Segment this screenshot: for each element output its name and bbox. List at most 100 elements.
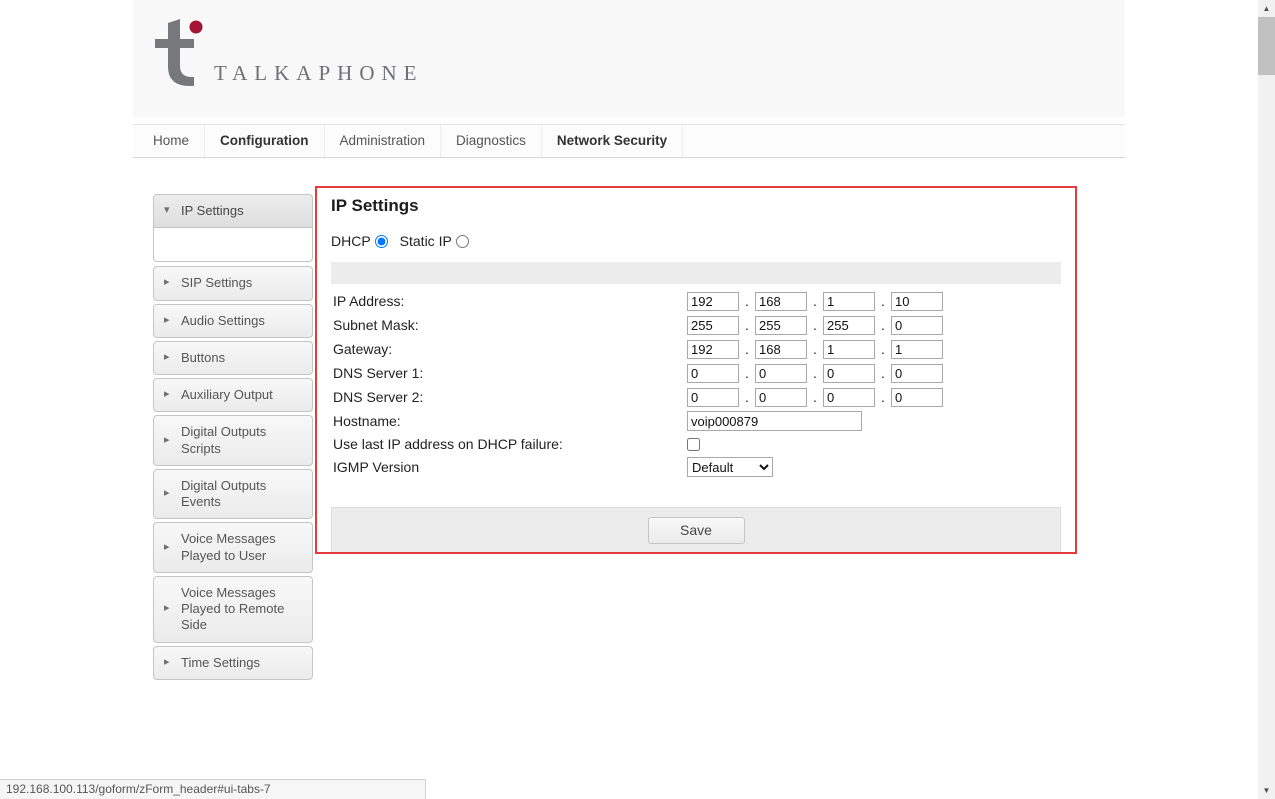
sidebar-item-buttons[interactable]: ▸ Buttons xyxy=(153,340,313,375)
nav-tab-diagnostics[interactable]: Diagnostics xyxy=(441,125,542,157)
dns2-octet-3[interactable] xyxy=(823,387,875,407)
sidebar-item-label: Time Settings xyxy=(181,654,260,670)
sidebar-item-voice-messages-remote[interactable]: ▸ Voice Messages Played to Remote Side xyxy=(153,575,313,643)
scroll-down-icon[interactable]: ▼ xyxy=(1258,782,1275,799)
ip-address-octet-3[interactable] xyxy=(823,291,875,311)
hostname-input[interactable] xyxy=(687,411,862,431)
sidebar-item-label: SIP Settings xyxy=(181,275,253,291)
ip-address-label: IP Address: xyxy=(333,293,405,309)
chevron-right-icon: ▸ xyxy=(164,602,170,615)
ip-address-octet-4[interactable] xyxy=(891,291,943,311)
sidebar-item-auxiliary-output[interactable]: ▸ Auxiliary Output xyxy=(153,378,313,413)
gateway-octet-2[interactable] xyxy=(755,339,807,359)
chevron-down-icon: ▾ xyxy=(164,204,170,217)
subnet-mask-octet-4[interactable] xyxy=(891,315,943,335)
scrollbar-thumb[interactable] xyxy=(1258,17,1275,75)
octet-separator: . xyxy=(813,293,817,309)
chevron-right-icon: ▸ xyxy=(164,655,170,668)
sidebar-item-label: Audio Settings xyxy=(181,312,265,328)
subnet-mask-octet-2[interactable] xyxy=(755,315,807,335)
page-title: IP Settings xyxy=(331,196,419,215)
chevron-right-icon: ▸ xyxy=(164,388,170,401)
igmp-version-label: IGMP Version xyxy=(333,459,420,475)
subnet-mask-octet-3[interactable] xyxy=(823,315,875,335)
octet-separator: . xyxy=(813,317,817,333)
ip-mode-row: DHCP Static IP xyxy=(331,232,1061,250)
sidebar-item-label: IP Settings xyxy=(181,203,244,218)
dhcp-failure-row: Use last IP address on DHCP failure: xyxy=(331,433,1061,455)
octet-separator: . xyxy=(745,341,749,357)
dns-server-1-row: DNS Server 1: . . . xyxy=(331,361,1061,385)
dns1-octet-2[interactable] xyxy=(755,363,807,383)
chevron-right-icon: ▸ xyxy=(164,540,170,553)
octet-separator: . xyxy=(813,365,817,381)
talkaphone-logo: TALKAPHONE xyxy=(148,14,423,94)
ip-address-octet-1[interactable] xyxy=(687,291,739,311)
scroll-up-icon[interactable]: ▲ xyxy=(1258,0,1275,17)
sidebar-item-time-settings[interactable]: ▸ Time Settings xyxy=(153,645,313,680)
octet-separator: . xyxy=(881,365,885,381)
octet-separator: . xyxy=(745,365,749,381)
brand-wordmark: TALKAPHONE xyxy=(214,61,424,85)
dhcp-failure-label: Use last IP address on DHCP failure: xyxy=(333,436,563,452)
dns1-octet-3[interactable] xyxy=(823,363,875,383)
table-header-band xyxy=(331,262,1061,284)
sidebar-item-audio-settings[interactable]: ▸ Audio Settings xyxy=(153,303,313,338)
octet-separator: . xyxy=(813,389,817,405)
octet-separator: . xyxy=(745,317,749,333)
dns2-octet-4[interactable] xyxy=(891,387,943,407)
subnet-mask-row: Subnet Mask: . . . xyxy=(331,313,1061,337)
save-footer-band: Save xyxy=(331,507,1061,552)
nav-tab-network-security[interactable]: Network Security xyxy=(542,125,684,157)
gateway-octet-3[interactable] xyxy=(823,339,875,359)
gateway-row: Gateway: . . . xyxy=(331,337,1061,361)
octet-separator: . xyxy=(881,389,885,405)
dhcp-failure-checkbox[interactable] xyxy=(687,437,700,451)
gateway-octet-1[interactable] xyxy=(687,339,739,359)
gateway-label: Gateway: xyxy=(333,341,393,357)
sidebar-item-label: Digital Outputs Scripts xyxy=(181,424,267,456)
octet-separator: . xyxy=(881,293,885,309)
save-button[interactable]: Save xyxy=(647,516,745,544)
sidebar-item-digital-outputs-scripts[interactable]: ▸ Digital Outputs Scripts xyxy=(153,415,313,466)
sidebar-item-ip-settings[interactable]: ▾ IP Settings xyxy=(153,194,313,229)
sidebar-item-voice-messages-user[interactable]: ▸ Voice Messages Played to User xyxy=(153,522,313,573)
status-link-preview: 192.168.100.113/goform/zForm_header#ui-t… xyxy=(0,779,426,799)
ip-address-row: IP Address: . . . xyxy=(331,289,1061,313)
chevron-right-icon: ▸ xyxy=(164,313,170,326)
dns2-octet-1[interactable] xyxy=(687,387,739,407)
sidebar-item-sip-settings[interactable]: ▸ SIP Settings xyxy=(153,266,313,301)
dns1-octet-1[interactable] xyxy=(687,363,739,383)
static-ip-label: Static IP xyxy=(399,233,452,249)
static-ip-radio[interactable] xyxy=(455,234,469,248)
header-logo-band: TALKAPHONE xyxy=(133,0,1125,117)
dns1-octet-4[interactable] xyxy=(891,363,943,383)
nav-tab-configuration[interactable]: Configuration xyxy=(205,125,325,157)
subnet-mask-label: Subnet Mask: xyxy=(333,317,419,333)
ip-address-octet-2[interactable] xyxy=(755,291,807,311)
igmp-version-row: IGMP Version Default xyxy=(331,455,1061,479)
sidebar-item-digital-outputs-events[interactable]: ▸ Digital Outputs Events xyxy=(153,468,313,520)
chevron-right-icon: ▸ xyxy=(164,351,170,363)
octet-separator: . xyxy=(745,293,749,309)
chevron-right-icon: ▸ xyxy=(164,276,170,289)
ip-settings-panel: IP Settings DHCP Static IP IP Address: .… xyxy=(315,186,1077,554)
octet-separator: . xyxy=(813,341,817,357)
dns-server-2-row: DNS Server 2: . . . xyxy=(331,385,1061,409)
octet-separator: . xyxy=(745,389,749,405)
dns2-octet-2[interactable] xyxy=(755,387,807,407)
gateway-octet-4[interactable] xyxy=(891,339,943,359)
dns-server-1-label: DNS Server 1: xyxy=(333,365,424,381)
nav-tab-administration[interactable]: Administration xyxy=(325,125,442,157)
dhcp-radio[interactable] xyxy=(374,234,388,248)
octet-separator: . xyxy=(881,341,885,357)
sidebar-item-label: Voice Messages Played to Remote Side xyxy=(181,584,285,633)
igmp-version-select[interactable]: Default xyxy=(687,457,773,477)
dns-server-2-label: DNS Server 2: xyxy=(333,389,424,405)
nav-tab-home[interactable]: Home xyxy=(138,125,206,157)
sidebar-item-label: Buttons xyxy=(181,349,226,365)
talkaphone-t-icon xyxy=(155,19,203,86)
sidebar-panel-ip-settings xyxy=(153,228,313,263)
subnet-mask-octet-1[interactable] xyxy=(687,315,739,335)
vertical-scrollbar[interactable]: ▲ ▼ xyxy=(1258,0,1275,799)
